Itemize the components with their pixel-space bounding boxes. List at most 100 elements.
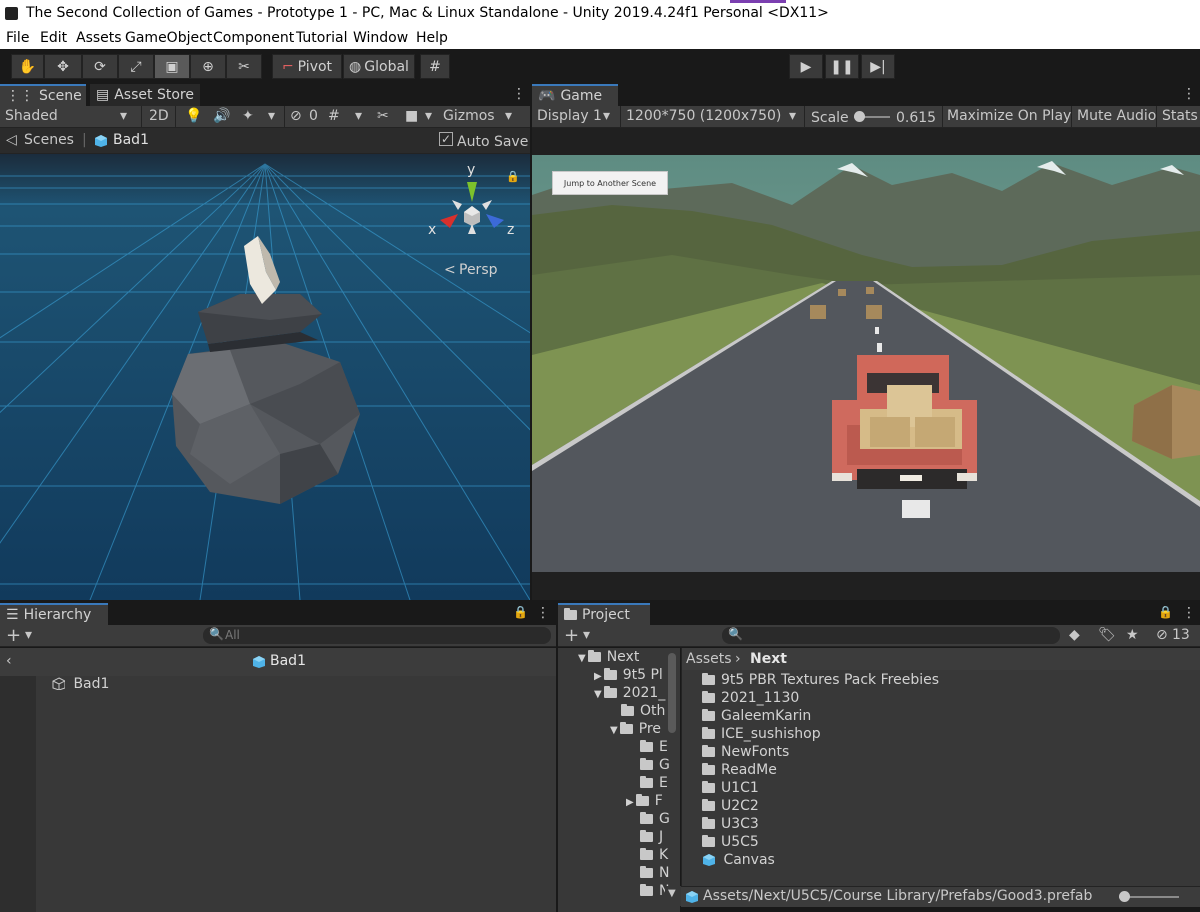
asset-folder[interactable]: NewFonts xyxy=(702,744,789,760)
hidden-packages-icon[interactable]: ⊘ xyxy=(1156,627,1168,643)
scale-tool-icon[interactable]: ⤢ xyxy=(118,54,154,79)
hand-tool-icon[interactable]: ✋ xyxy=(11,54,44,79)
tab-scene[interactable]: ⋮⋮ Scene xyxy=(0,84,86,106)
asset-prefab[interactable]: Canvas xyxy=(702,852,775,868)
asset-folder[interactable]: ReadMe xyxy=(702,762,777,778)
tree-item-sub[interactable]: N xyxy=(640,865,669,881)
shading-mode-select[interactable]: Shaded xyxy=(5,108,58,124)
project-lock-icon[interactable]: 🔒 xyxy=(1158,605,1173,619)
resolution-select[interactable]: 1200*750 (1200x750) xyxy=(626,108,781,124)
tab-asset-store[interactable]: ▤ Asset Store xyxy=(90,84,200,106)
tree-item-sub[interactable]: G xyxy=(640,811,670,827)
effects-icon[interactable]: ✦ xyxy=(242,108,254,124)
pause-button[interactable]: ❚❚ xyxy=(825,54,859,79)
menu-window[interactable]: Window xyxy=(353,30,408,46)
tree-item-sub[interactable]: E xyxy=(640,739,668,755)
back-icon[interactable]: ◁ xyxy=(6,132,17,148)
hierarchy-lock-icon[interactable]: 🔒 xyxy=(513,605,528,619)
filter-by-type-icon[interactable]: ◆ xyxy=(1069,627,1080,643)
asset-folder[interactable]: U5C5 xyxy=(702,834,759,850)
audio-icon[interactable]: 🔊 xyxy=(213,108,230,124)
hierarchy-add-button[interactable]: + xyxy=(6,625,21,646)
menu-tutorial[interactable]: Tutorial xyxy=(296,30,347,46)
menu-file[interactable]: File xyxy=(6,30,29,46)
asset-folder[interactable]: U3C3 xyxy=(702,816,759,832)
game-menu-icon[interactable]: ⋮ xyxy=(1182,86,1196,102)
asset-folder[interactable]: 9t5 PBR Textures Pack Freebies xyxy=(702,672,939,688)
hierarchy-menu-icon[interactable]: ⋮ xyxy=(536,605,550,621)
menu-gameobject[interactable]: GameObject xyxy=(125,30,212,46)
custom-tool-icon[interactable]: ✂ xyxy=(226,54,262,79)
hierarchy-back-icon[interactable]: ‹ xyxy=(6,653,12,669)
menu-assets[interactable]: Assets xyxy=(76,30,122,46)
tree-item-9t5[interactable]: ▶ 9t5 Pl xyxy=(594,667,663,683)
gizmo-axis-y[interactable]: y xyxy=(467,162,475,178)
step-button[interactable]: ▶| xyxy=(861,54,895,79)
pivot-button[interactable]: ⌐ Pivot xyxy=(272,54,342,79)
tree-scroll-down[interactable]: ▼ xyxy=(665,886,681,906)
asset-folder[interactable]: U2C2 xyxy=(702,798,759,814)
global-button[interactable]: ◍ Global xyxy=(343,54,415,79)
lighting-icon[interactable]: 💡 xyxy=(185,108,202,124)
menu-help[interactable]: Help xyxy=(416,30,448,46)
display-select[interactable]: Display 1 xyxy=(537,108,602,124)
tab-project[interactable]: Project xyxy=(558,603,650,625)
tree-item-sub[interactable]: ▶ F xyxy=(626,793,663,809)
gizmo-axis-x[interactable]: x xyxy=(428,222,436,238)
scene-viewport[interactable]: y x z 🔒 < Persp xyxy=(0,154,530,600)
tree-item-sub[interactable]: E xyxy=(640,775,668,791)
filter-by-label-icon[interactable]: 🏷 xyxy=(1098,627,1116,643)
rect-tool-icon[interactable]: ▣ xyxy=(154,54,190,79)
transform-tool-icon[interactable]: ⊕ xyxy=(190,54,226,79)
scale-value: 0.615 xyxy=(896,110,937,126)
play-button[interactable]: ▶ xyxy=(789,54,823,79)
scale-slider-thumb[interactable] xyxy=(854,111,865,122)
breadcrumb-next[interactable]: Next xyxy=(750,651,787,667)
tools-icon[interactable]: ✂ xyxy=(377,108,389,124)
maximize-on-play-toggle[interactable]: Maximize On Play xyxy=(947,108,1071,124)
tab-hierarchy[interactable]: ☰ Hierarchy xyxy=(0,603,108,625)
icon-size-slider-thumb[interactable] xyxy=(1119,891,1130,902)
scene-visibility-icon[interactable]: ⊘ xyxy=(290,108,302,124)
tree-item-sub[interactable]: G xyxy=(640,757,670,773)
menu-edit[interactable]: Edit xyxy=(40,30,67,46)
mute-audio-toggle[interactable]: Mute Audio xyxy=(1077,108,1156,124)
asset-folder[interactable]: U1C1 xyxy=(702,780,759,796)
move-tool-icon[interactable]: ✥ xyxy=(44,54,82,79)
tree-item-pre[interactable]: ▼ Pre xyxy=(610,721,661,737)
persp-label[interactable]: Persp xyxy=(459,262,498,278)
tree-item-next[interactable]: ▼ Next xyxy=(578,649,639,665)
asset-folder[interactable]: ICE_sushishop xyxy=(702,726,821,742)
hierarchy-item[interactable]: Bad1 xyxy=(52,676,109,692)
hierarchy-search-input[interactable]: 🔍 All xyxy=(203,627,551,644)
stats-toggle[interactable]: Stats xyxy=(1162,108,1198,124)
project-add-button[interactable]: + xyxy=(564,625,579,646)
rotate-tool-icon[interactable]: ⟳ xyxy=(82,54,118,79)
breadcrumb-scenes[interactable]: Scenes xyxy=(24,132,74,148)
breadcrumb-assets[interactable]: Assets xyxy=(686,651,732,667)
asset-folder[interactable]: 2021_1130 xyxy=(702,690,799,706)
gizmo-lock-icon[interactable]: 🔒 xyxy=(506,170,520,183)
grid-snap-icon[interactable]: # xyxy=(420,54,450,79)
tree-item-label: N xyxy=(659,865,670,881)
menu-component[interactable]: Component xyxy=(213,30,294,46)
tree-item-sub[interactable]: J xyxy=(640,829,663,845)
project-search-input[interactable]: 🔍 xyxy=(722,627,1060,644)
favorites-star-icon[interactable]: ★ xyxy=(1126,627,1139,643)
tree-item-2021[interactable]: ▼ 2021_ xyxy=(594,685,665,701)
jump-scene-button[interactable]: Jump to Another Scene xyxy=(552,171,668,195)
asset-folder[interactable]: GaleemKarin xyxy=(702,708,811,724)
tree-item-sub[interactable]: K xyxy=(640,847,668,863)
tab-game[interactable]: 🎮 Game xyxy=(532,84,618,106)
gizmo-axis-z[interactable]: z xyxy=(507,222,514,238)
scene-menu-icon[interactable]: ⋮ xyxy=(512,86,526,102)
game-viewport[interactable]: Jump to Another Scene xyxy=(532,155,1200,572)
gizmos-button[interactable]: Gizmos xyxy=(443,108,495,124)
tree-item-oth[interactable]: Oth xyxy=(621,703,665,719)
camera-icon[interactable]: ■ xyxy=(405,108,418,124)
grid-toggle-icon[interactable]: # xyxy=(328,108,340,124)
project-menu-icon[interactable]: ⋮ xyxy=(1182,605,1196,621)
tree-scrollbar[interactable] xyxy=(668,653,676,733)
auto-save-checkbox[interactable]: ✓ xyxy=(439,132,453,146)
toggle-2d-button[interactable]: 2D xyxy=(149,108,169,124)
